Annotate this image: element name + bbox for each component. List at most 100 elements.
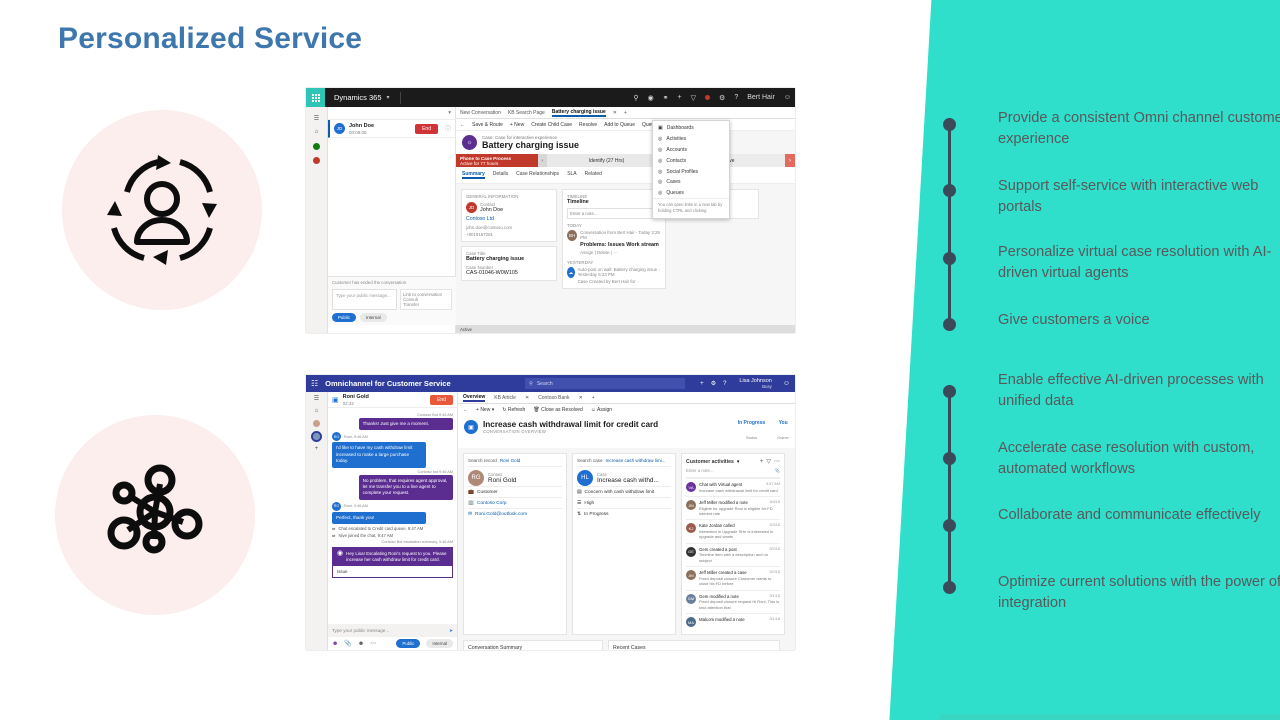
funnel-icon[interactable]: ▽ xyxy=(691,94,696,102)
tab-contoso-bank[interactable]: Contoso Bank xyxy=(538,395,569,401)
search-case-value[interactable]: Increase cash withdraw limi... xyxy=(606,458,666,463)
command-bar[interactable]: ← Save & Route + New Create Child Case R… xyxy=(456,119,795,131)
bpf-stage[interactable]: Identify (27 Hrs) xyxy=(547,154,666,167)
add-session-icon[interactable]: + xyxy=(315,446,319,452)
new-button[interactable]: + New xyxy=(510,122,524,128)
info-icon[interactable]: ⓘ xyxy=(445,124,451,133)
sidebar-avatar-active[interactable] xyxy=(311,431,322,442)
activity-item[interactable]: GE Gem created a post 9/2/18 Timeline item … xyxy=(686,542,780,566)
assign-button[interactable]: ☺ Assign xyxy=(591,407,612,413)
tab-strip[interactable]: New Conversation KB Search Page Battery … xyxy=(456,107,795,119)
search-case-row[interactable]: Search case Increase cash withdraw limi.… xyxy=(577,458,671,466)
back-icon[interactable]: ← xyxy=(463,407,468,413)
refresh-button[interactable]: ↻ Refresh xyxy=(502,407,525,413)
dropdown-item-cases[interactable]: ◎ Cases xyxy=(653,177,729,188)
sidebar-avatar[interactable] xyxy=(313,420,320,427)
waffle-menu-icon[interactable]: ☷ xyxy=(311,379,318,388)
more-icon[interactable]: ⋯ xyxy=(774,458,780,465)
note-input[interactable]: Enter a note... xyxy=(567,208,661,219)
gear-icon[interactable]: ⚙ xyxy=(711,380,716,387)
public-toggle[interactable]: Public xyxy=(396,639,421,648)
screenshot-omnichannel[interactable]: ☷ Omnichannel for Customer Service ⚲ Sea… xyxy=(306,375,795,650)
tab-kb-search[interactable]: KB Search Page xyxy=(508,110,545,116)
emoji-icon[interactable]: ☻ xyxy=(332,641,338,647)
d365-toolbar[interactable]: ⚲ ◉ ⚭ + ▽ ⚙ ? Bert Hair ☺ xyxy=(633,94,795,102)
activity-item[interactable]: VA Chat with Virtual agent 9:47 AM Increase… xyxy=(686,478,780,496)
tab-kb-article[interactable]: KB Article xyxy=(494,395,516,401)
end-session-button[interactable]: End xyxy=(415,123,438,134)
delete-action[interactable]: Delete xyxy=(597,250,610,255)
avatar[interactable]: ☺ xyxy=(784,94,791,101)
create-child-case-button[interactable]: Create Child Case xyxy=(531,122,572,128)
help-icon[interactable]: ? xyxy=(734,94,738,101)
subtab-summary[interactable]: Summary xyxy=(462,171,485,179)
command-bar[interactable]: ← + New ▾ ↻ Refresh 🗑 Close as Resolved … xyxy=(458,404,795,416)
help-icon[interactable]: ? xyxy=(723,381,726,387)
add-tab-icon[interactable]: + xyxy=(624,110,627,116)
add-tab-icon[interactable]: + xyxy=(592,395,595,401)
tab-strip[interactable]: Overview KB Article ✕ Contoso Bank ✕ + xyxy=(458,392,795,404)
dropdown-item-contacts[interactable]: ◎ Contacts xyxy=(653,155,729,166)
chevron-down-icon[interactable]: ▾ xyxy=(387,94,390,101)
activities-note-input[interactable]: Enter a note... 📎 xyxy=(686,465,780,478)
search-icon[interactable]: ⚲ xyxy=(633,94,638,102)
subtab-sla[interactable]: SLA xyxy=(567,171,576,179)
tab-new-conversation[interactable]: New Conversation xyxy=(460,110,501,116)
waffle-menu-icon[interactable] xyxy=(306,88,325,107)
business-process-flow[interactable]: Phone to Case Process Active for 77 hour… xyxy=(456,154,795,167)
screenshot-dynamics365[interactable]: Dynamics 365 ▾ ⚲ ◉ ⚭ + ▽ ⚙ ? Bert Hair ☺… xyxy=(306,88,795,333)
tab-overview[interactable]: Overview xyxy=(463,394,486,402)
search-input[interactable]: ⚲ Search xyxy=(525,378,686,389)
activity-item[interactable]: GM Gem modified a note 9/1/18 Fixed deposit… xyxy=(686,589,780,613)
subtab-related[interactable]: Related xyxy=(585,171,602,179)
case-number-value[interactable]: CAS-01046-W0W105 xyxy=(466,270,552,276)
add-icon[interactable]: + xyxy=(760,459,764,465)
activity-item[interactable]: KJ Kate Jordan called 9/3/18 Interested in … xyxy=(686,519,780,542)
new-button[interactable]: + New ▾ xyxy=(476,407,494,413)
hamburger-icon[interactable]: ☰ xyxy=(314,395,319,402)
session-list-item[interactable]: JD John Doe 00:09:05 End ⓘ xyxy=(328,120,455,138)
internal-toggle[interactable]: Internal xyxy=(426,639,453,648)
search-record-value[interactable]: Roni Gold xyxy=(500,458,520,463)
sidebar-item-incident[interactable] xyxy=(306,139,327,153)
chat-input[interactable]: Type your public message... xyxy=(332,289,397,310)
resolve-button[interactable]: Resolve xyxy=(579,122,597,128)
public-toggle[interactable]: Public xyxy=(332,313,356,322)
sidebar-item-home[interactable]: ⌂ xyxy=(306,125,327,139)
home-icon[interactable]: ⌂ xyxy=(315,408,319,414)
chat-message-input[interactable]: Type your public message... ➤ xyxy=(328,624,457,637)
subtab-details[interactable]: Details xyxy=(493,171,508,179)
add-icon[interactable]: + xyxy=(700,381,704,387)
close-icon[interactable]: ✕ xyxy=(579,395,583,401)
activity-item[interactable]: MA Malcom modified a note 9/1/18 xyxy=(686,613,780,630)
dropdown-item-dashboards[interactable]: ▣ Dashboards xyxy=(653,123,729,134)
close-as-resolved-button[interactable]: 🗑 Close as Resolved xyxy=(533,407,582,413)
send-icon[interactable]: ➤ xyxy=(449,628,453,634)
add-to-queue-button[interactable]: Add to Queue xyxy=(604,122,635,128)
dropdown-item-accounts[interactable]: ◎ Accounts xyxy=(653,145,729,156)
chevron-down-icon[interactable]: ▾ xyxy=(737,459,740,465)
assign-action[interactable]: Assign xyxy=(580,250,593,255)
contact-row-company[interactable]: 🏢 Contoso Corp xyxy=(468,497,562,508)
hamburger-icon[interactable]: ☰ xyxy=(306,111,327,125)
company-link[interactable]: Contoso Ltd xyxy=(466,216,552,222)
sidebar-item-john-doe[interactable] xyxy=(306,153,327,167)
record-icon[interactable] xyxy=(705,95,711,100)
dropdown-item-activities[interactable]: ◎ Activities xyxy=(653,134,729,145)
search-record-row[interactable]: Search record Roni Gold xyxy=(468,458,562,466)
chevron-down-icon[interactable]: ▾ xyxy=(448,110,451,116)
dropdown-item-queues[interactable]: ◎ Queues xyxy=(653,188,729,199)
contact-row-email[interactable]: ✉ Roni.Gold@outlook.com xyxy=(468,508,562,519)
attach-icon[interactable]: 📎 xyxy=(344,640,351,647)
email-value[interactable]: john.doe@contoso.com xyxy=(466,225,552,230)
activity-item[interactable]: JM Jeff Miller created a case 9/2/18 Fixed … xyxy=(686,566,780,589)
subtab-case-relationships[interactable]: Case Relationships xyxy=(516,171,559,179)
more-icon[interactable]: ⋯ xyxy=(370,640,376,647)
close-icon[interactable]: ✕ xyxy=(613,110,617,116)
bpf-next-button[interactable]: › xyxy=(785,154,795,167)
filter-icon[interactable]: ◉ xyxy=(648,94,654,102)
case-title-value[interactable]: Battery charging issue xyxy=(466,256,552,262)
back-icon[interactable]: ← xyxy=(460,122,465,128)
bpf-collapse-icon[interactable]: ‹ xyxy=(538,154,547,167)
phone-value[interactable]: +8019167281 xyxy=(466,232,552,237)
